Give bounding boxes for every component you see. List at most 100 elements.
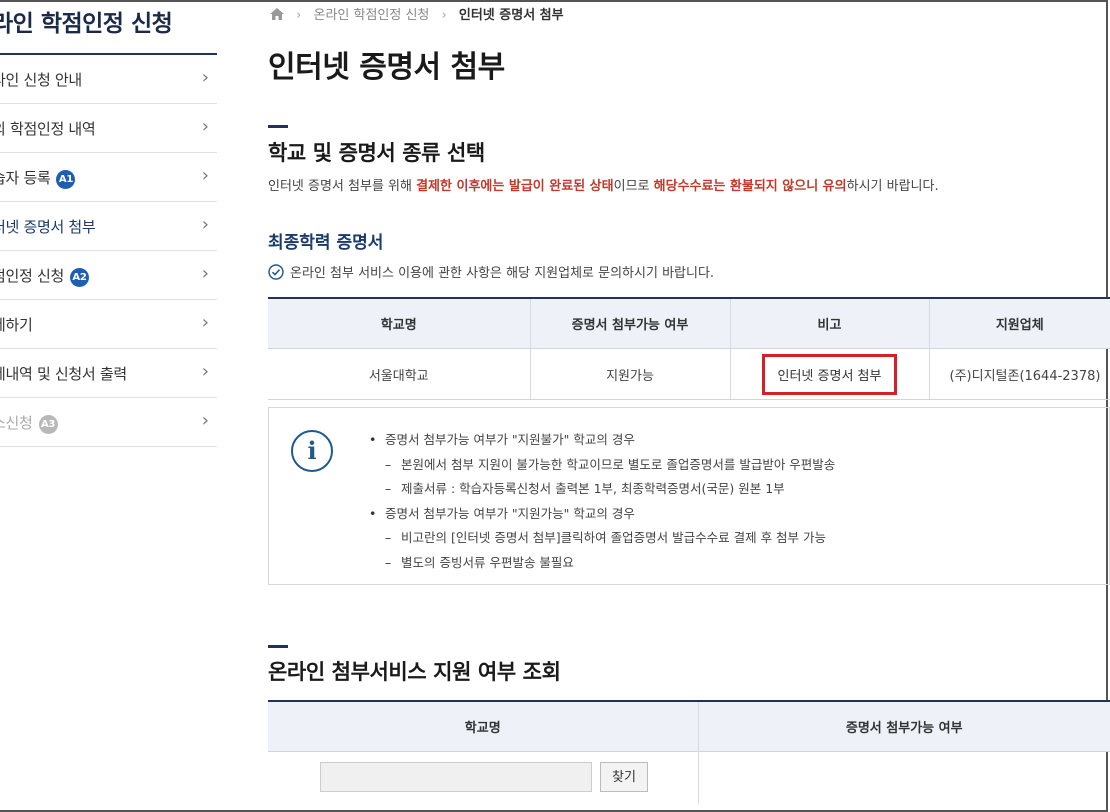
chevron-right-icon: › (201, 165, 209, 186)
info-box: i • 증명서 첨부가능 여부가 "지원불가" 학교의 경우 – 본원에서 첨부 지원… (268, 407, 1110, 585)
certificate-table: 학교명 증명서 첨부가능 여부 비고 지원업체 서울대학교 지원가능 인터넷 증… (268, 297, 1110, 400)
inquiry-note-text: 온라인 첨부 서비스 이용에 관한 사항은 해당 지원업체로 문의하시기 바랍니… (290, 266, 715, 281)
sidebar-item-label: 제내역 및 신청서 출력 (0, 363, 127, 384)
sidebar-item-label: 소신청 A3 (0, 412, 58, 434)
breadcrumb-parent[interactable]: 온라인 학점인정 신청 (313, 8, 429, 23)
breadcrumb-current: 인터넷 증명서 첨부 (458, 8, 564, 23)
column-header: 지원업체 (929, 297, 1110, 349)
page-title: 인터넷 증명서 첨부 (268, 50, 505, 85)
table-header-row: 학교명 증명서 첨부가능 여부 (268, 700, 1110, 752)
info-line-text: 제출서류 : 학습자등록신청서 출력본 1부, 최종학력증명서(국문) 원본 1… (401, 481, 785, 497)
check-circle-icon (268, 264, 284, 280)
sidebar-title: 라인 학점인정 신청 (0, 11, 173, 37)
dash-icon: – (385, 481, 392, 497)
chevron-right-icon: › (201, 116, 209, 137)
notice-text: 인터넷 증명서 첨부를 위해 (268, 179, 417, 194)
sidebar-item[interactable]: 라인 신청 안내 › (0, 55, 217, 104)
section-title-lookup: 온라인 첨부서비스 지원 여부 조회 (268, 660, 561, 684)
step-badge: A1 (56, 170, 76, 189)
dash-icon: – (385, 530, 392, 546)
chevron-right-icon: › (201, 263, 209, 284)
school-name-cell: 서울대학교 (268, 348, 531, 400)
notice-warning: 결제한 이후에는 발급이 완료된 상태 (416, 179, 614, 194)
info-line-text: 증명서 첨부가능 여부가 "지원불가" 학교의 경우 (385, 432, 635, 447)
info-line-text: 증명서 첨부가능 여부가 "지원가능" 학교의 경우 (385, 505, 635, 521)
sidebar-item[interactable]: 습자 등록 A1 › (0, 153, 217, 202)
sidebar-item-text: 의 학점인정 내역 (0, 120, 96, 138)
notice-text: 이므로 (613, 179, 654, 194)
column-header: 비고 (730, 297, 930, 349)
subsection-title: 최종학력 증명서 (268, 233, 384, 253)
info-line: • 증명서 첨부가능 여부가 "지원가능" 학교의 경우 (369, 502, 835, 527)
action-cell: 인터넷 증명서 첨부 (730, 348, 930, 400)
section-marker (268, 125, 288, 128)
sidebar-item-label: 제하기 (0, 314, 33, 335)
chevron-right-icon: › (201, 67, 209, 88)
step-badge: A2 (69, 268, 89, 287)
sidebar-item-text: 소신청 (0, 414, 33, 432)
column-header: 증명서 첨부가능 여부 (530, 297, 731, 349)
vendor-cell: (주)디지털존(1644-2378) (929, 348, 1110, 400)
sidebar-item[interactable]: 의 학점인정 내역 › (0, 104, 217, 153)
bullet-icon: • (369, 432, 377, 447)
info-line-text: 본원에서 첨부 지원이 불가능한 학교이므로 별도로 졸업증명서를 발급받아 우… (401, 456, 836, 472)
home-icon[interactable] (270, 8, 284, 20)
school-search-input[interactable] (320, 762, 592, 792)
sidebar-item-text: 점인정 신청 (0, 267, 64, 285)
chevron-right-icon: › (201, 410, 209, 431)
sidebar-item-label: 터넷 증명서 첨부 (0, 216, 96, 237)
sidebar-item[interactable]: 제내역 및 신청서 출력 › (0, 349, 217, 398)
info-line: – 제출서류 : 학습자등록신청서 출력본 1부, 최종학력증명서(국문) 원본 … (369, 477, 835, 502)
sidebar-item-label: 습자 등록 A1 (0, 167, 76, 189)
section-title-select: 학교 및 증명서 종류 선택 (268, 141, 485, 165)
chevron-right-icon: › (201, 214, 209, 235)
internet-certificate-attach-button[interactable]: 인터넷 증명서 첨부 (761, 353, 898, 395)
table-header-row: 학교명 증명서 첨부가능 여부 비고 지원업체 (268, 297, 1110, 349)
chevron-right-icon: › (296, 8, 302, 23)
sidebar-item-text: 제하기 (0, 316, 33, 334)
info-line: – 비고란의 [인터넷 증명서 첨부]클릭하여 졸업증명서 발급수수료 결제 후 … (369, 526, 835, 551)
info-line: • 증명서 첨부가능 여부가 "지원불가" 학교의 경우 (369, 428, 835, 453)
section-marker (268, 645, 288, 648)
table-row: 서울대학교 지원가능 인터넷 증명서 첨부 (주)디지털존(1644-2378) (268, 348, 1110, 400)
sidebar-item-text: 라인 신청 안내 (0, 71, 82, 89)
lookup-table: 학교명 증명서 첨부가능 여부 찾기 (268, 700, 1110, 804)
dash-icon: – (385, 554, 392, 570)
table-row: 찾기 (268, 751, 1110, 805)
notice-text: 하시기 바랍니다. (846, 179, 939, 194)
chevron-right-icon: › (201, 312, 209, 333)
chevron-right-icon: › (201, 361, 209, 382)
sidebar-item-label: 점인정 신청 A2 (0, 265, 89, 287)
find-button[interactable]: 찾기 (600, 762, 648, 792)
availability-cell: 지원가능 (530, 348, 731, 400)
sidebar-item[interactable]: 소신청 A3 › (0, 398, 217, 447)
sidebar-item-label: 라인 신청 안내 (0, 69, 82, 90)
bullet-icon: • (369, 505, 377, 521)
info-line-text: 별도의 증빙서류 우편발송 불필요 (401, 554, 574, 570)
result-cell (698, 752, 1110, 805)
sidebar-menu: 라인 신청 안내›의 학점인정 내역›습자 등록A1›터넷 증명서 첨부›점인정… (0, 55, 217, 447)
column-header: 학교명 (268, 297, 531, 349)
sidebar-item[interactable]: 점인정 신청 A2 › (0, 251, 217, 300)
sidebar-item-text: 터넷 증명서 첨부 (0, 218, 96, 236)
sidebar: 라인 학점인정 신청 라인 신청 안내›의 학점인정 내역›습자 등록A1›터넷… (0, 0, 218, 812)
column-header: 증명서 첨부가능 여부 (698, 700, 1110, 752)
sidebar-item-text: 습자 등록 (0, 169, 51, 187)
info-list: • 증명서 첨부가능 여부가 "지원불가" 학교의 경우 – 본원에서 첨부 지원이 … (369, 428, 835, 576)
breadcrumb: › 온라인 학점인정 신청 › 인터넷 증명서 첨부 (270, 4, 564, 23)
dash-icon: – (385, 456, 392, 472)
info-line: – 본원에서 첨부 지원이 불가능한 학교이므로 별도로 졸업증명서를 발급받아 … (369, 453, 835, 478)
sidebar-item-label: 의 학점인정 내역 (0, 118, 96, 139)
sidebar-item-text: 제내역 및 신청서 출력 (0, 365, 127, 383)
sidebar-item[interactable]: 터넷 증명서 첨부 › (0, 202, 217, 251)
info-line: – 별도의 증빙서류 우편발송 불필요 (369, 551, 835, 576)
search-cell: 찾기 (268, 751, 699, 804)
sidebar-item[interactable]: 제하기 › (0, 300, 217, 349)
notice-warning: 해당수수료는 환불되지 않으니 유의 (653, 179, 847, 194)
inquiry-note: 온라인 첨부 서비스 이용에 관한 사항은 해당 지원업체로 문의하시기 바랍니… (268, 262, 714, 281)
info-line-text: 비고란의 [인터넷 증명서 첨부]클릭하여 졸업증명서 발급수수료 결제 후 첨… (401, 530, 827, 546)
column-header: 학교명 (268, 700, 699, 752)
step-badge: A3 (38, 415, 58, 434)
chevron-right-icon: › (441, 8, 447, 23)
refund-notice: 인터넷 증명서 첨부를 위해 결제한 이후에는 발급이 완료된 상태이므로 해당… (268, 175, 939, 194)
